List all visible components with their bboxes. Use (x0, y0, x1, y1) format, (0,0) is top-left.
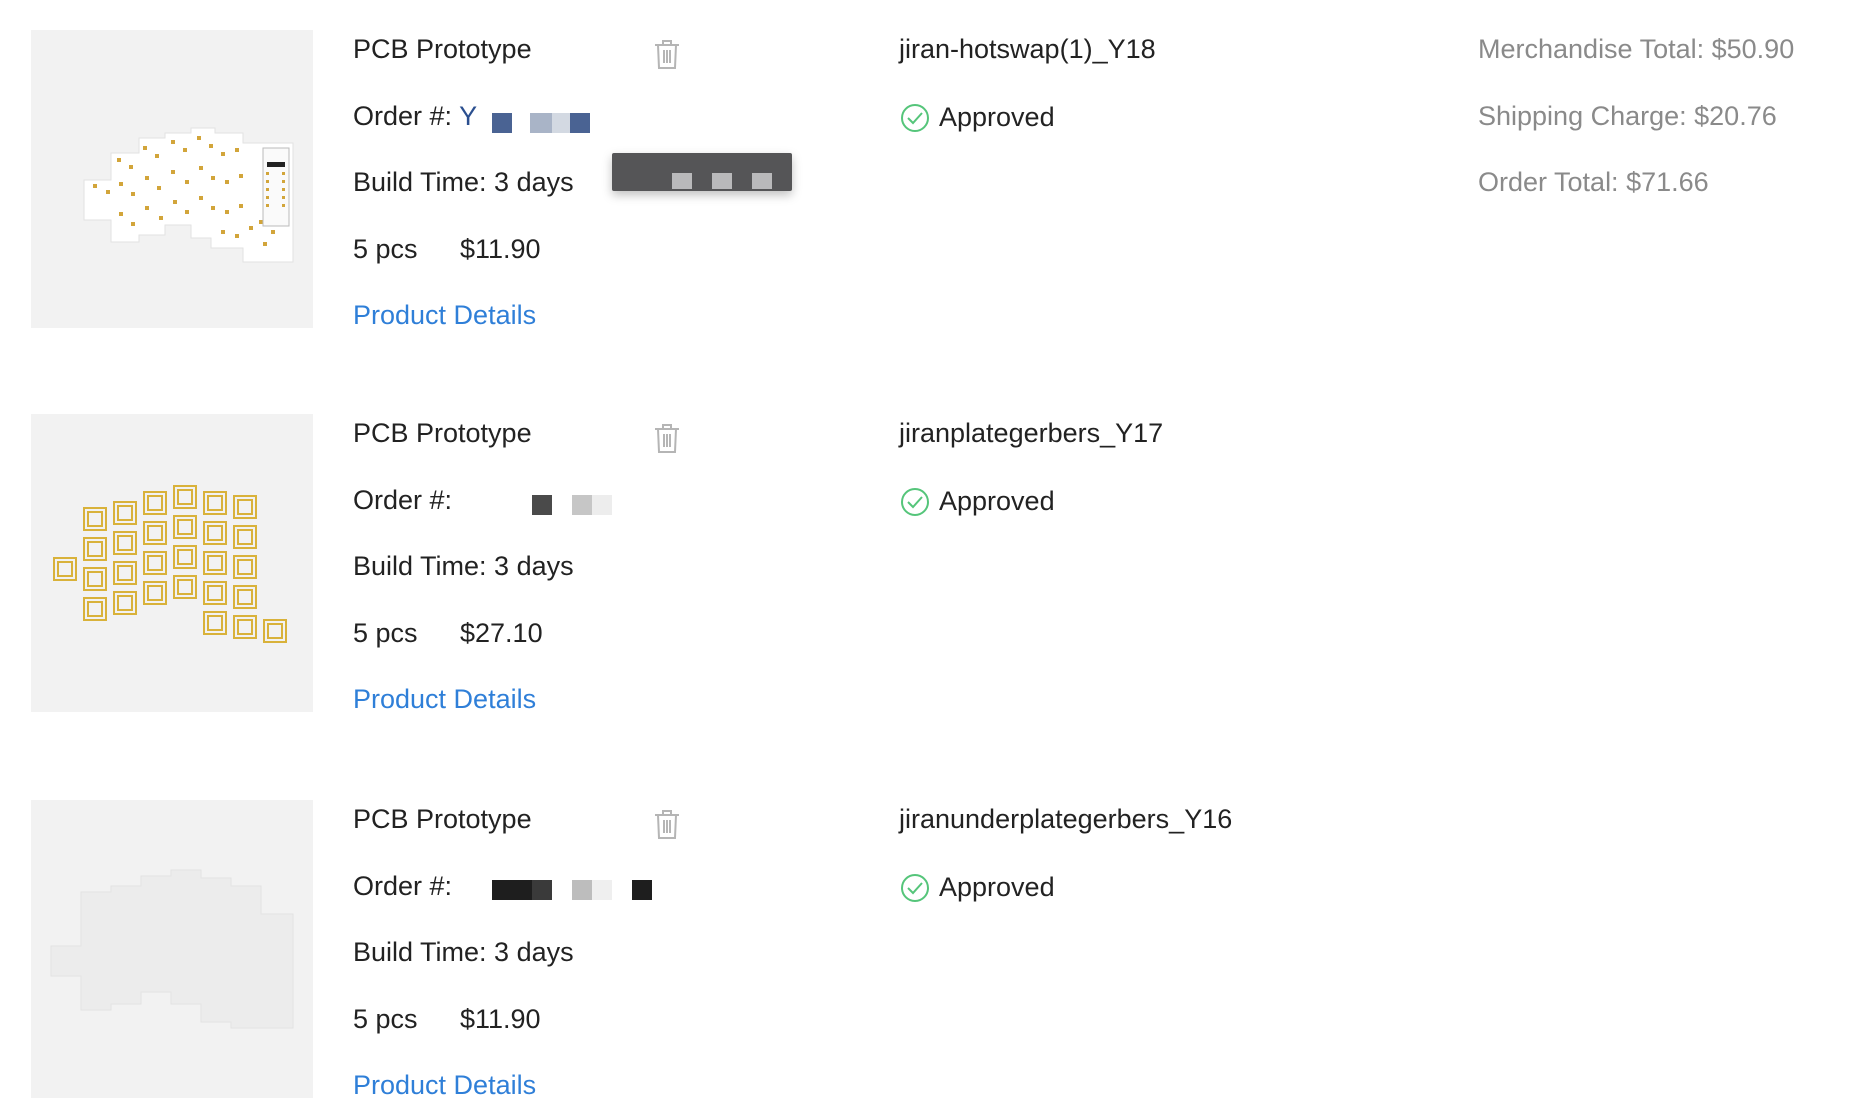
pcb-thumbnail[interactable] (31, 30, 313, 328)
order-number-label: Order #: (353, 871, 453, 901)
order-item: PCB Prototype Order #: Build Time: 3 day… (0, 770, 1870, 1100)
check-circle-icon (901, 488, 929, 516)
redacted-block (530, 113, 552, 133)
redacted-block (592, 880, 612, 900)
quantity: 5 pcs (353, 618, 418, 648)
trash-icon[interactable] (652, 38, 682, 70)
order-number-label: Order #: (353, 485, 453, 515)
redacted-block (632, 880, 652, 900)
product-name: PCB Prototype (353, 418, 532, 448)
build-time: Build Time: 3 days (353, 167, 574, 197)
merchandise-total: Merchandise Total: $50.90 (1478, 34, 1795, 64)
product-name: PCB Prototype (353, 34, 532, 64)
file-name: jiran-hotswap(1)_Y18 (899, 34, 1156, 64)
file-name: jiranplategerbers_Y17 (899, 418, 1164, 448)
pcb-thumbnail[interactable] (31, 414, 313, 712)
shipping-charge: Shipping Charge: $20.76 (1478, 101, 1777, 131)
order-number-label: Order #: (353, 101, 453, 131)
order-item: PCB Prototype Order #: Y Build Time: 3 d… (0, 0, 1870, 330)
redacted-block (592, 495, 612, 515)
redacted-tooltip (612, 153, 792, 191)
build-time: Build Time: 3 days (353, 937, 574, 967)
redacted-block (552, 113, 570, 133)
order-number: Order #: (353, 483, 452, 517)
build-time: Build Time: 3 days (353, 551, 574, 581)
redacted-block (572, 880, 592, 900)
redacted-block (492, 113, 512, 133)
redacted-block (532, 495, 552, 515)
redacted-block (572, 495, 592, 515)
order-number: Order #: Y (353, 99, 477, 133)
quantity: 5 pcs (353, 234, 418, 264)
file-name: jiranunderplategerbers_Y16 (899, 804, 1233, 834)
product-details-link[interactable]: Product Details (353, 298, 536, 332)
status-text: Approved (939, 102, 1055, 132)
pcb-thumbnail[interactable] (31, 800, 313, 1098)
redacted-block (492, 880, 532, 900)
product-details-link[interactable]: Product Details (353, 682, 536, 716)
trash-icon[interactable] (652, 808, 682, 840)
status-text: Approved (939, 486, 1055, 516)
check-circle-icon (901, 104, 929, 132)
check-circle-icon (901, 874, 929, 902)
price: $11.90 (460, 1004, 541, 1034)
trash-icon[interactable] (652, 422, 682, 454)
order-number: Order #: (353, 869, 452, 903)
price: $27.10 (460, 618, 543, 648)
price: $11.90 (460, 234, 541, 264)
order-number-value: Y (459, 101, 478, 131)
product-details-link[interactable]: Product Details (353, 1068, 536, 1102)
order-total: Order Total: $71.66 (1478, 167, 1709, 197)
status-text: Approved (939, 872, 1055, 902)
redacted-block (570, 113, 590, 133)
quantity: 5 pcs (353, 1004, 418, 1034)
order-item: PCB Prototype Order #: Build Time: 3 day… (0, 384, 1870, 714)
redacted-block (532, 880, 552, 900)
product-name: PCB Prototype (353, 804, 532, 834)
